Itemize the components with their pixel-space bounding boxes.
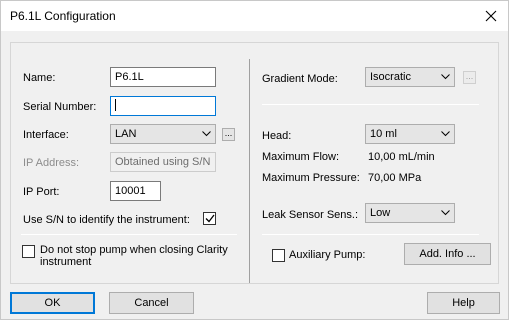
head-select[interactable]: 10 ml: [365, 124, 455, 144]
left-divider: [21, 234, 237, 235]
serial-number-field[interactable]: [110, 96, 216, 116]
title-bar: P6.1L Configuration: [1, 1, 508, 31]
max-pressure-label: Maximum Pressure:: [262, 172, 360, 184]
ip-address-field: Obtained using S/N: [110, 152, 216, 172]
gradient-mode-value: Isocratic: [370, 71, 411, 83]
interface-select[interactable]: LAN: [110, 124, 216, 144]
max-pressure-value: 70,00 MPa: [368, 172, 422, 184]
chevron-down-icon: [441, 131, 450, 137]
chevron-down-icon: [441, 210, 450, 216]
interface-label: Interface:: [23, 129, 69, 141]
do-not-stop-pump-label-cont: instrument: [40, 256, 92, 268]
max-flow-value: 10,00 mL/min: [368, 151, 435, 163]
auxiliary-pump-checkbox[interactable]: [272, 249, 285, 262]
auxiliary-pump-label: Auxiliary Pump:: [289, 249, 366, 261]
gradient-mode-select[interactable]: Isocratic: [365, 67, 455, 87]
ok-button[interactable]: OK: [10, 292, 95, 314]
column-divider: [249, 59, 250, 283]
name-label: Name:: [23, 72, 56, 84]
interface-value: LAN: [115, 128, 137, 140]
use-sn-label: Use S/N to identify the instrument:: [23, 214, 190, 226]
leak-sensor-label: Leak Sensor Sens.:: [262, 209, 359, 221]
close-icon[interactable]: [480, 5, 502, 27]
window-title: P6.1L Configuration: [10, 9, 116, 23]
use-sn-checkbox[interactable]: [203, 212, 216, 225]
head-label: Head:: [262, 130, 292, 142]
head-value: 10 ml: [370, 128, 397, 140]
settings-panel: Name: P6.1L Serial Number: Interface: LA…: [10, 42, 499, 284]
interface-more-button[interactable]: ...: [222, 128, 235, 141]
ip-port-label: IP Port:: [23, 186, 60, 198]
help-button[interactable]: Help: [427, 292, 500, 314]
max-flow-label: Maximum Flow:: [262, 151, 340, 163]
ip-address-label: IP Address:: [23, 157, 80, 169]
chevron-down-icon: [202, 131, 211, 137]
serial-number-label: Serial Number:: [23, 101, 97, 113]
checkmark-icon: [205, 214, 215, 223]
leak-sensor-value: Low: [370, 207, 391, 219]
gradient-mode-label: Gradient Mode:: [262, 73, 338, 85]
ip-port-field[interactable]: 10001: [110, 181, 161, 201]
text-caret: [115, 99, 116, 112]
name-field[interactable]: P6.1L: [110, 67, 216, 87]
right-divider-bottom: [262, 234, 479, 235]
right-divider-top: [262, 104, 479, 105]
add-info-button[interactable]: Add. Info ...: [404, 243, 491, 265]
chevron-down-icon: [441, 74, 450, 80]
do-not-stop-pump-checkbox[interactable]: [22, 245, 35, 258]
gradient-more-button: ...: [463, 71, 476, 84]
leak-sensor-select[interactable]: Low: [365, 203, 455, 223]
configuration-dialog: P6.1L Configuration Name: P6.1L Serial N…: [0, 0, 509, 320]
cancel-button[interactable]: Cancel: [109, 292, 194, 314]
